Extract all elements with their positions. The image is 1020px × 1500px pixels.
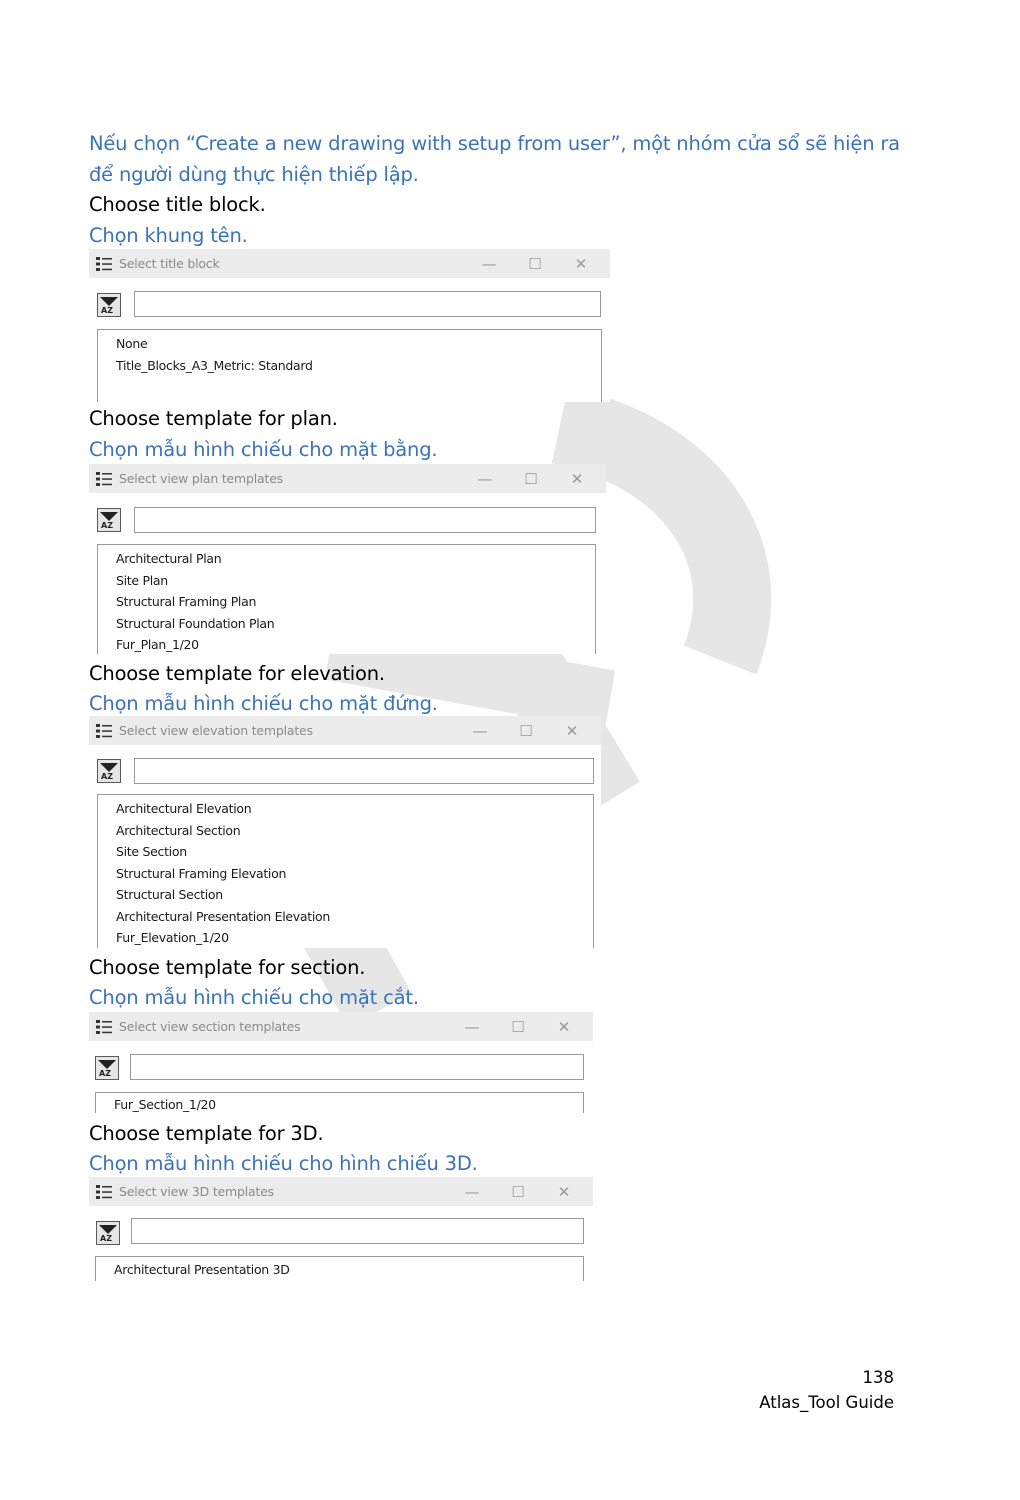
sort-az-button[interactable]: AZ [95,1056,119,1080]
sort-az-button[interactable]: AZ [97,759,121,783]
list-icon [96,471,112,486]
list-item[interactable]: Architectural Plan [98,548,595,570]
search-input[interactable] [134,758,594,784]
dialog-title: Select title block [119,256,220,271]
svg-text:AZ: AZ [101,772,113,780]
list-item[interactable]: Site Plan [98,570,595,592]
select-view-plan-templates-dialog: Select view plan templates — ☐ ✕ AZ Arch… [89,464,606,654]
search-input[interactable] [130,1054,584,1080]
title-block-list: None Title_Blocks_A3_Metric: Standard [97,329,602,402]
close-button[interactable]: ✕ [541,1012,587,1041]
svg-text:AZ: AZ [100,1234,112,1242]
elevation-template-list: Architectural Elevation Architectural Se… [97,794,594,948]
search-input[interactable] [131,1218,584,1244]
list-icon [96,1184,112,1199]
dialog-titlebar: Select view 3D templates — ☐ ✕ [89,1177,593,1206]
select-view-elevation-templates-dialog: Select view elevation templates — ☐ ✕ AZ… [89,716,601,948]
close-button[interactable]: ✕ [558,249,604,278]
dialog-titlebar: Select title block — ☐ ✕ [89,249,610,278]
section-3d-en: Choose template for 3D. [89,1122,324,1145]
dialog-title: Select view 3D templates [119,1184,274,1199]
list-icon [96,723,112,738]
dialog-title: Select view plan templates [119,471,283,486]
list-item[interactable]: Fur_Section_1/20 [96,1094,583,1113]
list-item[interactable]: Title_Blocks_A3_Metric: Standard [98,355,601,377]
dialog-titlebar: Select view section templates — ☐ ✕ [89,1012,593,1041]
maximize-button[interactable]: ☐ [495,1012,541,1041]
list-item[interactable]: Architectural Presentation 3D [96,1259,583,1281]
minimize-button[interactable]: — [462,464,508,493]
maximize-button[interactable]: ☐ [512,249,558,278]
close-button[interactable]: ✕ [541,1177,587,1206]
sort-az-icon: AZ [99,1225,117,1242]
section-template-list: Fur_Section_1/20 [95,1092,584,1113]
close-button[interactable]: ✕ [554,464,600,493]
svg-text:AZ: AZ [101,306,113,314]
section-plan-en: Choose template for plan. [89,407,338,430]
dialog-titlebar: Select view plan templates — ☐ ✕ [89,464,606,493]
list-item[interactable]: Structural Framing Elevation [98,863,593,885]
select-view-section-templates-dialog: Select view section templates — ☐ ✕ AZ F… [89,1012,593,1113]
section-elevation-en: Choose template for elevation. [89,662,385,685]
sort-az-button[interactable]: AZ [96,1221,120,1245]
svg-text:AZ: AZ [101,521,113,529]
document-title: Atlas_Tool Guide [759,1393,894,1412]
sort-az-icon: AZ [100,763,118,780]
section-3d-vi: Chọn mẫu hình chiếu cho hình chiếu 3D. [89,1152,478,1175]
section-plan-vi: Chọn mẫu hình chiếu cho mặt bằng. [89,438,438,461]
dialog-title: Select view elevation templates [119,723,313,738]
list-item[interactable]: Fur_Elevation_1/20 [98,927,593,948]
sort-az-icon: AZ [98,1060,116,1077]
section-elevation-vi: Chọn mẫu hình chiếu cho mặt đứng. [89,692,438,715]
select-view-3d-templates-dialog: Select view 3D templates — ☐ ✕ AZ Archit… [89,1177,593,1281]
minimize-button[interactable]: — [449,1177,495,1206]
maximize-button[interactable]: ☐ [495,1177,541,1206]
dialog-titlebar: Select view elevation templates — ☐ ✕ [89,716,601,745]
search-input[interactable] [134,291,601,317]
list-item[interactable]: Architectural Presentation Elevation [98,906,593,928]
section-title-block-vi: Chọn khung tên. [89,224,248,247]
search-input[interactable] [134,507,596,533]
sort-az-icon: AZ [100,297,118,314]
list-item[interactable]: None [98,333,601,355]
list-item[interactable]: Site Section [98,841,593,863]
list-item[interactable]: Structural Framing Plan [98,591,595,613]
minimize-button[interactable]: — [466,249,512,278]
list-item[interactable]: Architectural Elevation [98,798,593,820]
close-button[interactable]: ✕ [549,716,595,745]
section-title-block-en: Choose title block. [89,193,266,216]
plan-template-list: Architectural Plan Site Plan Structural … [97,544,596,654]
list-item[interactable]: Fur_Plan_1/20 [98,634,595,654]
page-number: 138 [862,1368,895,1387]
section-section-en: Choose template for section. [89,956,366,979]
list-icon [96,256,112,271]
select-title-block-dialog: Select title block — ☐ ✕ AZ None Title_B… [89,249,610,402]
dialog-title: Select view section templates [119,1019,301,1034]
3d-template-list: Architectural Presentation 3D [95,1256,584,1281]
maximize-button[interactable]: ☐ [508,464,554,493]
list-item[interactable]: Structural Foundation Plan [98,613,595,635]
sort-az-button[interactable]: AZ [97,508,121,532]
intro-paragraph: Nếu chọn “Create a new drawing with setu… [89,132,900,186]
section-section-vi: Chọn mẫu hình chiếu cho mặt cắt. [89,986,419,1009]
svg-text:AZ: AZ [99,1069,111,1077]
list-item[interactable]: Structural Section [98,884,593,906]
sort-az-icon: AZ [100,512,118,529]
list-icon [96,1019,112,1034]
maximize-button[interactable]: ☐ [503,716,549,745]
list-item[interactable]: Architectural Section [98,820,593,842]
sort-az-button[interactable]: AZ [97,293,121,317]
minimize-button[interactable]: — [457,716,503,745]
minimize-button[interactable]: — [449,1012,495,1041]
